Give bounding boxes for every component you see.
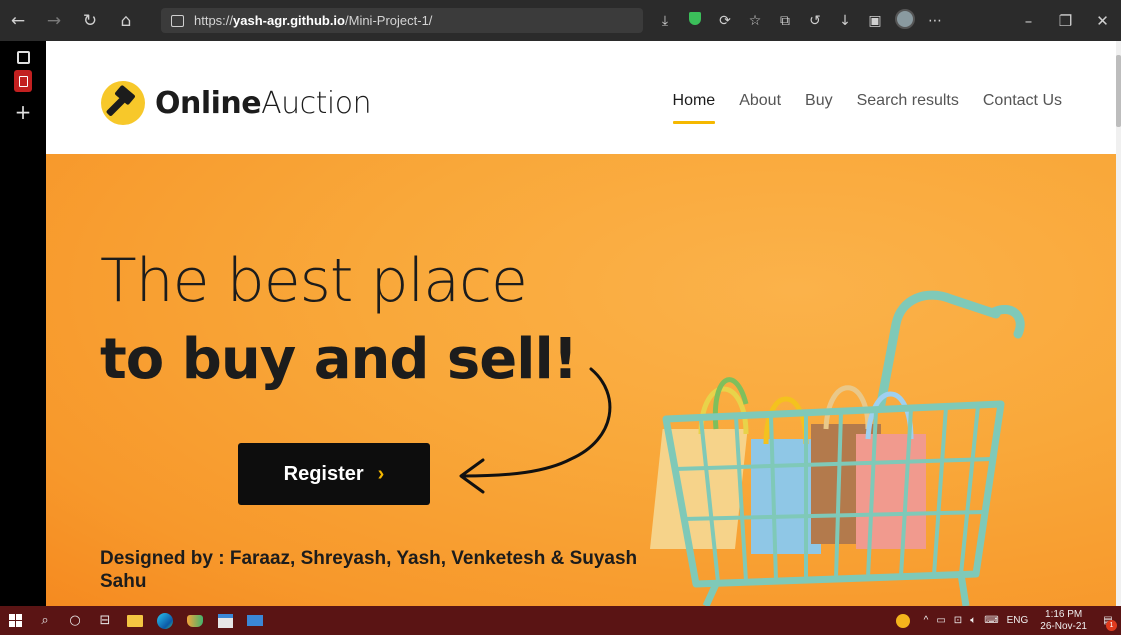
downloads-icon[interactable]: ↓ [830,13,860,29]
file-explorer-icon[interactable] [120,606,150,635]
more-menu-icon[interactable]: ⋯ [920,13,950,29]
network-icon[interactable]: ⊡ [954,615,962,626]
site-header: OnlineAuction Home About Buy Search resu… [46,41,1116,154]
site-logo[interactable]: OnlineAuction [101,81,372,125]
scrollbar-thumb[interactable] [1116,55,1121,127]
task-view-icon[interactable]: ⊟ [90,606,120,635]
keyboard-icon[interactable]: ⌨ [984,615,998,626]
show-hidden-icons-icon[interactable]: ^ [924,615,929,626]
chevron-right-icon: › [377,462,385,485]
read-aloud-icon[interactable]: ⤓ [650,13,680,29]
lock-icon [171,14,184,27]
address-bar[interactable]: https://yash-agr.github.io/Mini-Project-… [161,8,643,33]
paint-icon[interactable] [180,606,210,635]
screenshot-icon[interactable]: ▣ [860,13,890,29]
minimize-icon[interactable]: – [1010,0,1047,41]
edge-browser-icon[interactable] [150,606,180,635]
favorites-icon[interactable]: ☆ [740,13,770,29]
shield-extension-icon[interactable] [680,12,710,29]
clock-time: 1:16 PM [1045,608,1083,620]
cortana-icon[interactable]: ○ [60,606,90,635]
home-icon[interactable]: ⌂ [108,0,144,41]
vertical-tabs-sidebar: + [0,41,46,606]
windows-start-icon[interactable] [0,606,30,635]
shopping-cart-image [649,290,1025,606]
forward-arrow-icon[interactable]: → [36,0,72,41]
extensions-icon[interactable]: ⟳ [710,13,740,29]
browser-toolbar: ← → ↻ ⌂ https://yash-agr.github.io/Mini-… [0,0,1121,41]
logo-text: OnlineAuction [155,85,372,121]
nav-search-results[interactable]: Search results [857,92,959,110]
nav-buy[interactable]: Buy [805,92,833,110]
new-tab-icon[interactable]: + [0,100,46,124]
refresh-icon[interactable]: ↻ [72,0,108,41]
page-viewport: OnlineAuction Home About Buy Search resu… [46,41,1116,606]
collections-icon[interactable]: ⧉ [770,13,800,29]
history-icon[interactable]: ↺ [800,13,830,29]
profile-avatar[interactable] [890,8,920,33]
notification-badge: 1 [1106,620,1117,631]
back-arrow-icon[interactable]: ← [0,0,36,41]
notification-center-icon[interactable]: ▤1 [1095,606,1121,635]
language-indicator[interactable]: ENG [1007,615,1029,626]
designed-by-text: Designed by : Faraaz, Shreyash, Yash, Ve… [100,548,638,592]
nav-about[interactable]: About [739,92,781,110]
battery-icon[interactable]: ▭ [936,615,945,626]
mail-icon[interactable] [240,606,270,635]
gavel-icon [101,81,145,125]
nav-home[interactable]: Home [672,92,715,124]
hero-section: The best place to buy and sell! Register… [46,154,1116,606]
clock[interactable]: 1:16 PM 26-Nov-21 [1040,609,1087,633]
main-nav: Home About Buy Search results Contact Us [649,92,1062,124]
windows-taskbar: ⌕ ○ ⊟ ^ ▭ ⊡ 🔈︎ ⌨ ENG 1:16 PM 26-Nov-21 ▤… [0,606,1121,635]
window-controls: – ❐ ✕ [1010,0,1121,41]
system-tray: ^ ▭ ⊡ 🔈︎ ⌨ ENG 1:16 PM 26-Nov-21 ▤1 [895,606,1121,635]
hero-heading-line1: The best place [100,246,528,316]
restore-icon[interactable]: ❐ [1047,0,1084,41]
close-icon[interactable]: ✕ [1084,0,1121,41]
nav-contact-us[interactable]: Contact Us [983,92,1062,110]
clock-date: 26-Nov-21 [1040,620,1087,632]
app-status-icon[interactable] [895,613,910,628]
active-tab-icon[interactable] [14,70,32,92]
url-text: https://yash-agr.github.io/Mini-Project-… [194,13,433,28]
store-icon[interactable] [210,606,240,635]
page-scrollbar[interactable] [1116,41,1121,606]
register-button[interactable]: Register › [238,443,430,505]
search-icon[interactable]: ⌕ [30,606,60,635]
toolbar-extensions: ⤓ ⟳ ☆ ⧉ ↺ ↓ ▣ ⋯ [650,0,950,41]
tab-actions-icon[interactable] [16,51,30,64]
volume-icon[interactable]: 🔈︎ [970,615,976,626]
